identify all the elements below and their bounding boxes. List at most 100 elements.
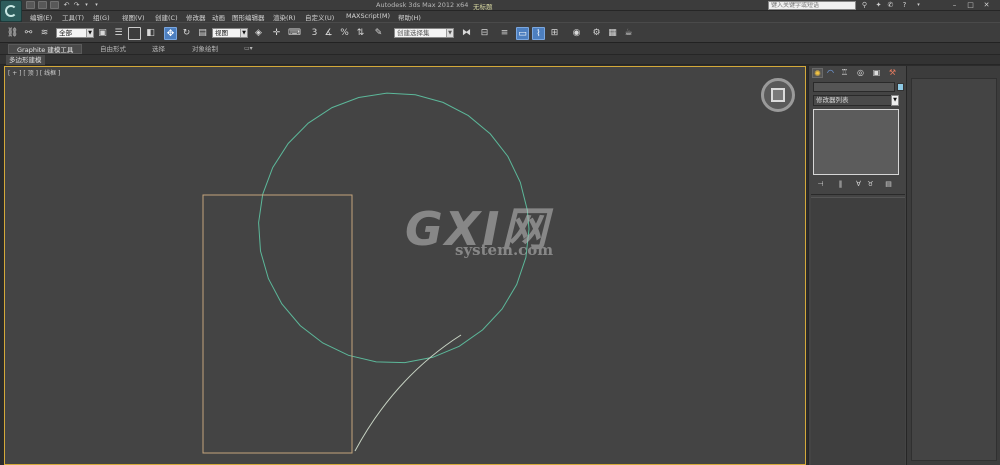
ribbon-options-icon[interactable]: ▭▾ (236, 44, 261, 54)
tab-polygon-modeling[interactable]: 多边形建模 (6, 55, 45, 65)
menu-maxscript[interactable]: MAXScript(M) (346, 12, 390, 20)
tab-graphite-modeling-tools[interactable]: Graphite 建模工具 (8, 44, 83, 54)
app-logo-button[interactable] (0, 0, 22, 22)
menu-customize[interactable]: 自定义(U) (305, 12, 334, 22)
menu-graph-editors[interactable]: 图形编辑器 (232, 12, 265, 22)
menu-group[interactable]: 组(G) (93, 12, 110, 22)
selection-filter-value: 全部 (59, 29, 72, 37)
curve-editor-icon[interactable]: ⌇ (532, 27, 545, 40)
bind-space-warp-icon[interactable]: ≋ (38, 27, 51, 40)
configure-modifier-sets-icon[interactable]: ▤ (883, 180, 894, 189)
utilities-icon[interactable]: ⚒ (887, 68, 898, 78)
graphite-ribbon-icon[interactable]: ▭ (516, 27, 529, 40)
selection-filter-select[interactable]: 全部 ▼ (56, 28, 94, 38)
save-file-icon[interactable] (50, 1, 59, 9)
named-selection-select[interactable]: 创建选择集 ▼ (394, 28, 454, 38)
open-file-icon[interactable] (38, 1, 47, 9)
rectangular-selection-icon[interactable] (128, 27, 141, 40)
edit-named-selection-icon[interactable]: ✎ (372, 27, 385, 40)
window-crossing-icon[interactable]: ◧ (144, 27, 157, 40)
display-icon[interactable]: ▣ (871, 68, 882, 78)
select-and-rotate-icon[interactable]: ↻ (180, 27, 193, 40)
project-folder-icon[interactable]: ▾ (92, 1, 101, 10)
app-logo-icon (5, 5, 17, 17)
create-icon[interactable]: ✺ (812, 68, 823, 78)
tab-freeform[interactable]: 自由形式 (92, 44, 134, 54)
percent-snap-icon[interactable]: % (338, 27, 351, 40)
watermark: GXI网 system.com (405, 193, 575, 273)
reference-coordinate-select[interactable]: 视图 ▼ (212, 28, 248, 38)
modifier-stack-list[interactable] (813, 109, 899, 175)
panel-divider (811, 194, 905, 195)
menu-modifiers[interactable]: 修改器 (186, 12, 206, 22)
snaps-toggle-icon[interactable]: 3 (308, 27, 321, 40)
render-production-icon[interactable]: ☕ (622, 27, 635, 40)
tab-selection[interactable]: 选择 (144, 44, 173, 54)
spinner-snap-icon[interactable]: ⇅ (354, 27, 367, 40)
new-file-icon[interactable] (26, 1, 35, 9)
menu-views[interactable]: 视图(V) (122, 12, 145, 22)
chevron-down-icon: ▼ (86, 29, 93, 37)
select-and-move-icon[interactable]: ✥ (164, 27, 177, 40)
chevron-down-icon: ▼ (446, 29, 453, 37)
layer-manager-icon[interactable]: ≡ (498, 27, 511, 40)
rollout-area (811, 197, 905, 465)
viewcube-icon (771, 88, 785, 102)
modify-icon[interactable]: ◠ (825, 68, 836, 78)
remove-modifier-icon[interactable]: ♉ (865, 180, 876, 189)
menu-rendering[interactable]: 渲染(R) (273, 12, 296, 22)
ribbon-panel-bar: 多边形建模 (0, 55, 1000, 65)
help-icon[interactable]: ? (900, 1, 909, 10)
title-bar: ↶ ↷ ▾ ▾ Autodesk 3ds Max 2012 x64 无标题 ⚲ … (0, 0, 1000, 22)
pivot-point-center-icon[interactable]: ◈ (252, 27, 265, 40)
minimize-icon[interactable]: – (950, 1, 959, 10)
menu-create[interactable]: 创建(C) (155, 12, 178, 22)
menu-edit[interactable]: 编辑(E) (30, 12, 52, 22)
search-input[interactable] (768, 1, 856, 10)
rendered-frame-window-icon[interactable]: ▦ (606, 27, 619, 40)
keyboard-shortcut-override-icon[interactable]: ⌨ (288, 27, 301, 40)
menu-tools[interactable]: 工具(T) (62, 12, 84, 22)
chevron-down-icon[interactable]: ▼ (891, 95, 899, 106)
make-unique-icon[interactable]: ∀ (853, 180, 864, 189)
motion-icon[interactable]: ◎ (855, 68, 866, 78)
redo-icon[interactable]: ↷ (72, 1, 81, 10)
material-editor-icon[interactable]: ◉ (570, 27, 583, 40)
unlink-icon[interactable]: ⚯ (22, 27, 35, 40)
modifier-list-select[interactable]: 修改器列表 (813, 95, 899, 106)
tab-object-paint[interactable]: 对象绘制 (184, 44, 226, 54)
show-end-result-icon[interactable]: ‖ (835, 180, 846, 189)
maximize-icon[interactable]: □ (966, 1, 975, 10)
render-setup-icon[interactable]: ⚙ (590, 27, 603, 40)
select-object-icon[interactable]: ▣ (96, 27, 109, 40)
menu-animation[interactable]: 动画 (212, 12, 225, 22)
menu-help[interactable]: 帮助(H) (398, 12, 421, 22)
quick-access-dropdown-icon[interactable]: ▾ (82, 1, 91, 10)
undo-icon[interactable]: ↶ (62, 1, 71, 10)
object-color-swatch[interactable] (897, 83, 904, 91)
link-icon[interactable]: ⛓ (6, 27, 19, 40)
chevron-down-icon: ▼ (240, 29, 247, 37)
angle-snap-icon[interactable]: ∡ (322, 27, 335, 40)
schematic-view-icon[interactable]: ⊞ (548, 27, 561, 40)
search-icon[interactable]: ⚲ (860, 1, 869, 10)
select-and-manipulate-icon[interactable]: ✛ (270, 27, 283, 40)
main-toolbar: ⛓ ⚯ ≋ 全部 ▼ ▣ ☰ ◧ ✥ ↻ ▤ 视图 ▼ ◈ ✛ ⌨ 3 ∡ % ⇅ … (0, 22, 1000, 43)
subscription-icon[interactable]: ✦ (874, 1, 883, 10)
help-dropdown-icon[interactable]: ▾ (914, 1, 923, 10)
rectangle-shape[interactable] (202, 194, 353, 454)
mirror-icon[interactable]: ⧓ (460, 27, 473, 40)
select-by-name-icon[interactable]: ☰ (112, 27, 125, 40)
viewport-top[interactable]: [ + ] [ 顶 ] [ 线框 ] GXI网 system.com (4, 66, 806, 465)
close-icon[interactable]: ✕ (982, 1, 991, 10)
hierarchy-icon[interactable]: ♖ (839, 68, 850, 78)
window-file-name: 无标题 (473, 3, 493, 11)
communication-icon[interactable]: ✆ (886, 1, 895, 10)
align-icon[interactable]: ⊟ (478, 27, 491, 40)
pin-stack-icon[interactable]: ⊣ (815, 180, 826, 189)
graphite-ribbon: Graphite 建模工具 自由形式 选择 对象绘制 ▭▾ (0, 43, 1000, 55)
viewcube-steering-wheel[interactable] (761, 78, 795, 112)
reference-coordinate-value: 视图 (215, 29, 228, 37)
object-name-field[interactable] (813, 82, 895, 92)
select-and-scale-icon[interactable]: ▤ (196, 27, 209, 40)
